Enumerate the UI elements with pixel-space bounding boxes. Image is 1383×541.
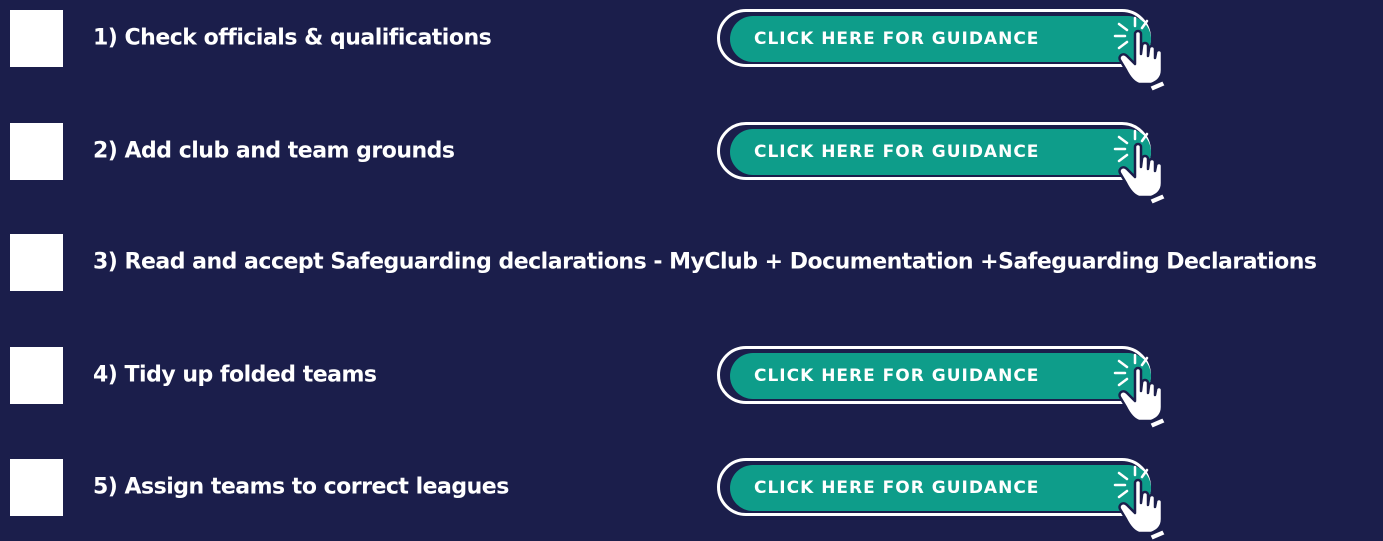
task-row-4: 4) Tidy up folded teams CLICK HERE FOR G… [0, 343, 1383, 429]
task-4-label: 4) Tidy up folded teams [93, 362, 377, 388]
task-row-5: 5) Assign teams to correct leagues CLICK… [0, 455, 1383, 541]
guidance-button-4-label: CLICK HERE FOR GUIDANCE [754, 366, 1040, 386]
task-5-label: 5) Assign teams to correct leagues [93, 474, 509, 500]
task-1-checkbox[interactable] [10, 10, 63, 67]
guidance-button-2[interactable]: CLICK HERE FOR GUIDANCE [717, 122, 1168, 205]
guidance-button-1[interactable]: CLICK HERE FOR GUIDANCE [717, 9, 1168, 92]
task-row-3: 3) Read and accept Safeguarding declarat… [0, 230, 1383, 294]
task-3-checkbox[interactable] [10, 234, 63, 291]
task-4-checkbox[interactable] [10, 347, 63, 404]
task-2-label: 2) Add club and team grounds [93, 138, 455, 164]
guidance-button-4-fill: CLICK HERE FOR GUIDANCE [730, 353, 1151, 399]
guidance-button-5-label: CLICK HERE FOR GUIDANCE [754, 478, 1040, 498]
task-row-1: 1) Check officials & qualifications CLIC… [0, 6, 1383, 92]
task-3-label: 3) Read and accept Safeguarding declarat… [93, 249, 1317, 275]
guidance-button-1-label: CLICK HERE FOR GUIDANCE [754, 29, 1040, 49]
guidance-button-5-fill: CLICK HERE FOR GUIDANCE [730, 465, 1151, 511]
guidance-button-5[interactable]: CLICK HERE FOR GUIDANCE [717, 458, 1168, 541]
task-row-2: 2) Add club and team grounds CLICK HERE … [0, 119, 1383, 205]
task-2-checkbox[interactable] [10, 123, 63, 180]
guidance-button-2-fill: CLICK HERE FOR GUIDANCE [730, 129, 1151, 175]
task-1-label: 1) Check officials & qualifications [93, 25, 492, 51]
guidance-button-2-label: CLICK HERE FOR GUIDANCE [754, 142, 1040, 162]
guidance-button-1-fill: CLICK HERE FOR GUIDANCE [730, 16, 1151, 62]
task-5-checkbox[interactable] [10, 459, 63, 516]
guidance-button-4[interactable]: CLICK HERE FOR GUIDANCE [717, 346, 1168, 429]
